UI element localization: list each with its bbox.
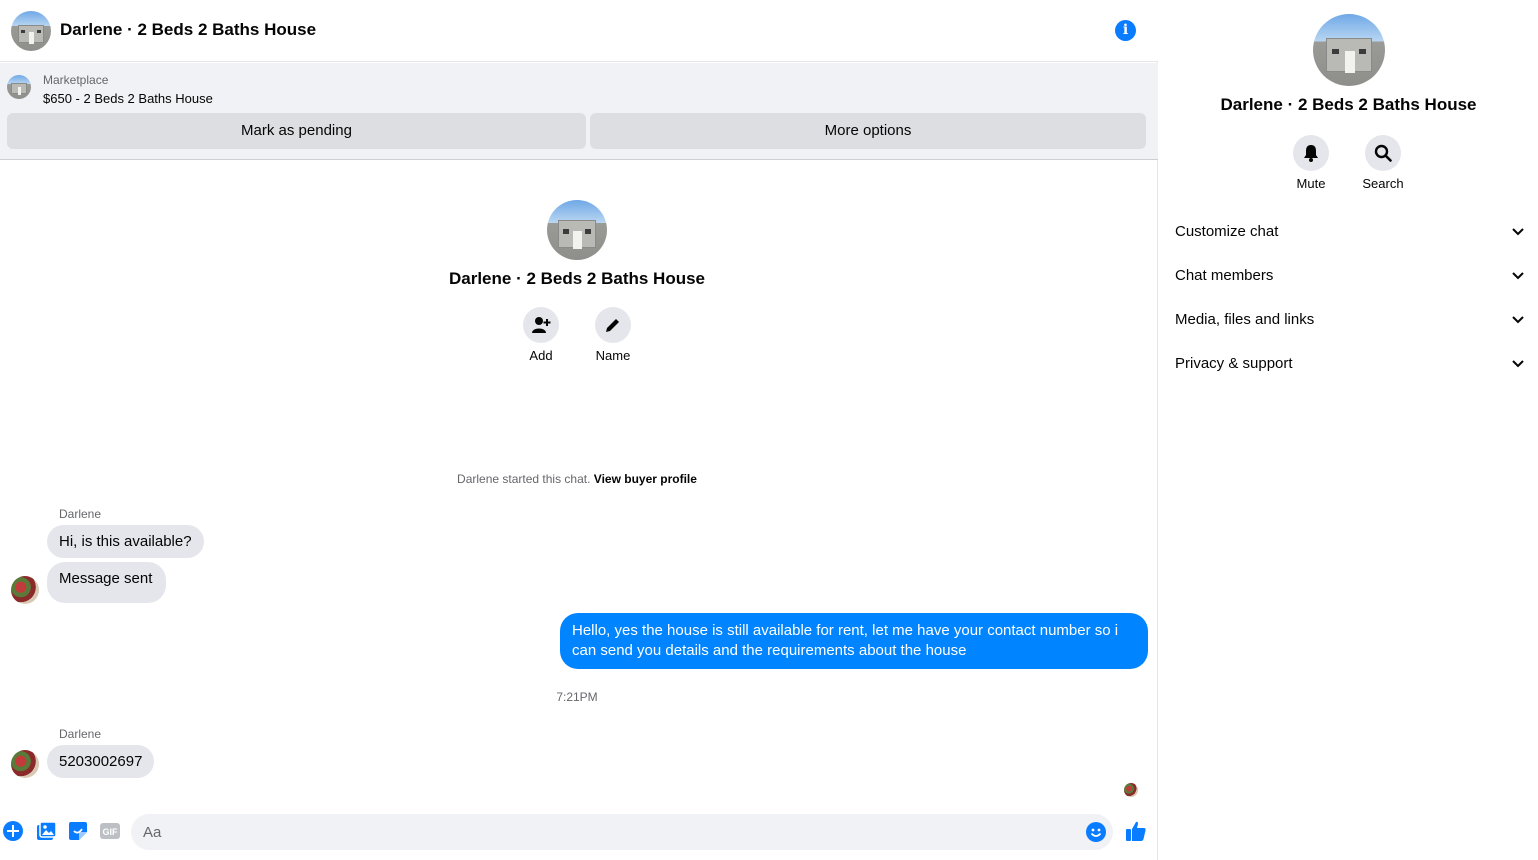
plus-circle-icon[interactable] [2, 820, 24, 842]
search-in-conversation-button[interactable] [1365, 135, 1401, 171]
messenger-app: Darlene · 2 Beds 2 Baths House i Marketp… [0, 0, 1538, 860]
listing-title[interactable]: $650 - 2 Beds 2 Baths House [43, 91, 213, 106]
section-label: Media, files and links [1175, 311, 1315, 328]
thumbs-up-icon[interactable] [1124, 819, 1148, 843]
search-icon [1374, 144, 1392, 162]
info-icon[interactable]: i [1115, 20, 1136, 41]
chat-members-section[interactable]: Chat members [1175, 258, 1525, 294]
mute-button[interactable] [1293, 135, 1329, 171]
more-options-button[interactable]: More options [590, 113, 1146, 149]
listing-source-label: Marketplace [43, 73, 109, 87]
message-timestamp: 7:21PM [556, 690, 598, 704]
mute-label: Mute [1296, 176, 1326, 191]
info-panel-title: Darlene · 2 Beds 2 Baths House [1220, 95, 1477, 114]
info-panel-avatar [1313, 14, 1385, 86]
message-input[interactable] [131, 814, 1113, 850]
incoming-message[interactable]: Hi, is this available? [47, 525, 204, 558]
sticker-icon[interactable] [67, 820, 89, 842]
media-files-links-section[interactable]: Media, files and links [1175, 302, 1525, 338]
emoji-icon[interactable] [1086, 822, 1106, 842]
mark-as-pending-button[interactable]: Mark as pending [7, 113, 586, 149]
section-label: Privacy & support [1175, 355, 1293, 372]
section-label: Chat members [1175, 267, 1274, 284]
chevron-down-icon [1512, 272, 1524, 280]
conversation-header: Darlene · 2 Beds 2 Baths House i [0, 0, 1158, 62]
sender-avatar[interactable] [11, 750, 39, 778]
sender-name: Darlene [59, 507, 102, 521]
edit-name-button[interactable] [595, 307, 631, 343]
view-buyer-profile-link[interactable]: View buyer profile [594, 472, 697, 486]
pencil-icon [606, 319, 619, 332]
thread-avatar [547, 200, 607, 260]
conversation-avatar[interactable] [11, 11, 51, 51]
conversation-info-panel: Darlene · 2 Beds 2 Baths House Mute Sear… [1159, 0, 1538, 860]
section-label: Customize chat [1175, 223, 1279, 240]
incoming-message[interactable]: 5203002697 [47, 745, 155, 778]
message-composer: GIF [0, 808, 1158, 860]
photo-icon[interactable] [35, 820, 57, 842]
sender-avatar[interactable] [11, 576, 39, 604]
chevron-down-icon [1512, 316, 1524, 324]
chat-started-notice: Darlene started this chat. View buyer pr… [0, 472, 1154, 486]
chevron-down-icon [1512, 360, 1524, 368]
read-receipt-avatar [1124, 783, 1138, 797]
name-label: Name [595, 348, 631, 363]
add-person-icon [532, 317, 551, 333]
sender-name: Darlene [59, 727, 102, 741]
bell-icon [1304, 145, 1318, 162]
search-label: Search [1362, 176, 1404, 191]
incoming-message[interactable]: Message sent [47, 562, 167, 603]
customize-chat-section[interactable]: Customize chat [1175, 214, 1525, 250]
marketplace-listing-bar: Marketplace $650 - 2 Beds 2 Baths House … [0, 63, 1158, 160]
conversation-title[interactable]: Darlene · 2 Beds 2 Baths House [60, 20, 316, 40]
outgoing-message[interactable]: Hello, yes the house is still available … [560, 613, 1148, 669]
gif-icon[interactable]: GIF [99, 820, 121, 842]
svg-text:GIF: GIF [103, 827, 119, 837]
listing-thumbnail[interactable] [7, 75, 31, 99]
add-label: Add [529, 348, 553, 363]
add-people-button[interactable] [523, 307, 559, 343]
conversation-pane: Darlene · 2 Beds 2 Baths House i Marketp… [0, 0, 1158, 860]
thread-title: Darlene · 2 Beds 2 Baths House [448, 269, 706, 288]
privacy-support-section[interactable]: Privacy & support [1175, 346, 1525, 382]
chevron-down-icon [1512, 228, 1524, 236]
chat-started-text: Darlene started this chat. [457, 472, 591, 486]
